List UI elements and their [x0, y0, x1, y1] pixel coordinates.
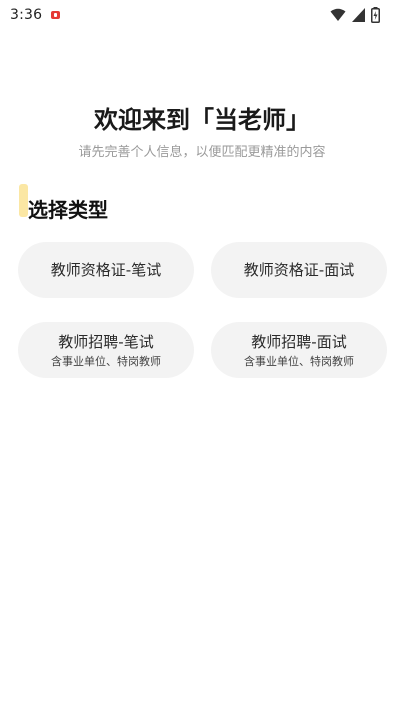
section-heading-text: 选择类型: [28, 198, 108, 222]
option-card-teacher-recruit-written[interactable]: 教师招聘-笔试 含事业单位、特岗教师: [18, 322, 194, 378]
battery-icon: [371, 7, 380, 23]
option-card-teacher-cert-interview[interactable]: 教师资格证-面试: [211, 242, 387, 298]
page-subtitle: 请先完善个人信息，以便匹配更精准的内容: [78, 145, 326, 160]
page-title: 欢迎来到「当老师」: [94, 106, 310, 134]
notification-icon: [51, 11, 60, 19]
section-heading: 选择类型: [19, 184, 108, 224]
option-title: 教师资格证-笔试: [50, 261, 162, 279]
option-title: 教师资格证-面试: [243, 261, 355, 279]
option-subtitle: 含事业单位、特岗教师: [51, 354, 161, 368]
wifi-icon: [330, 8, 346, 21]
option-title: 教师招聘-笔试: [58, 332, 154, 351]
option-card-teacher-cert-written[interactable]: 教师资格证-笔试: [18, 242, 194, 298]
option-card-teacher-recruit-interview[interactable]: 教师招聘-面试 含事业单位、特岗教师: [211, 322, 387, 378]
signal-icon: [352, 8, 365, 22]
status-time: 3:36: [10, 7, 43, 23]
status-bar: 3:36: [0, 0, 404, 32]
status-icons: [330, 6, 380, 24]
option-subtitle: 含事业单位、特岗教师: [244, 354, 354, 368]
option-title: 教师招聘-面试: [251, 332, 347, 351]
